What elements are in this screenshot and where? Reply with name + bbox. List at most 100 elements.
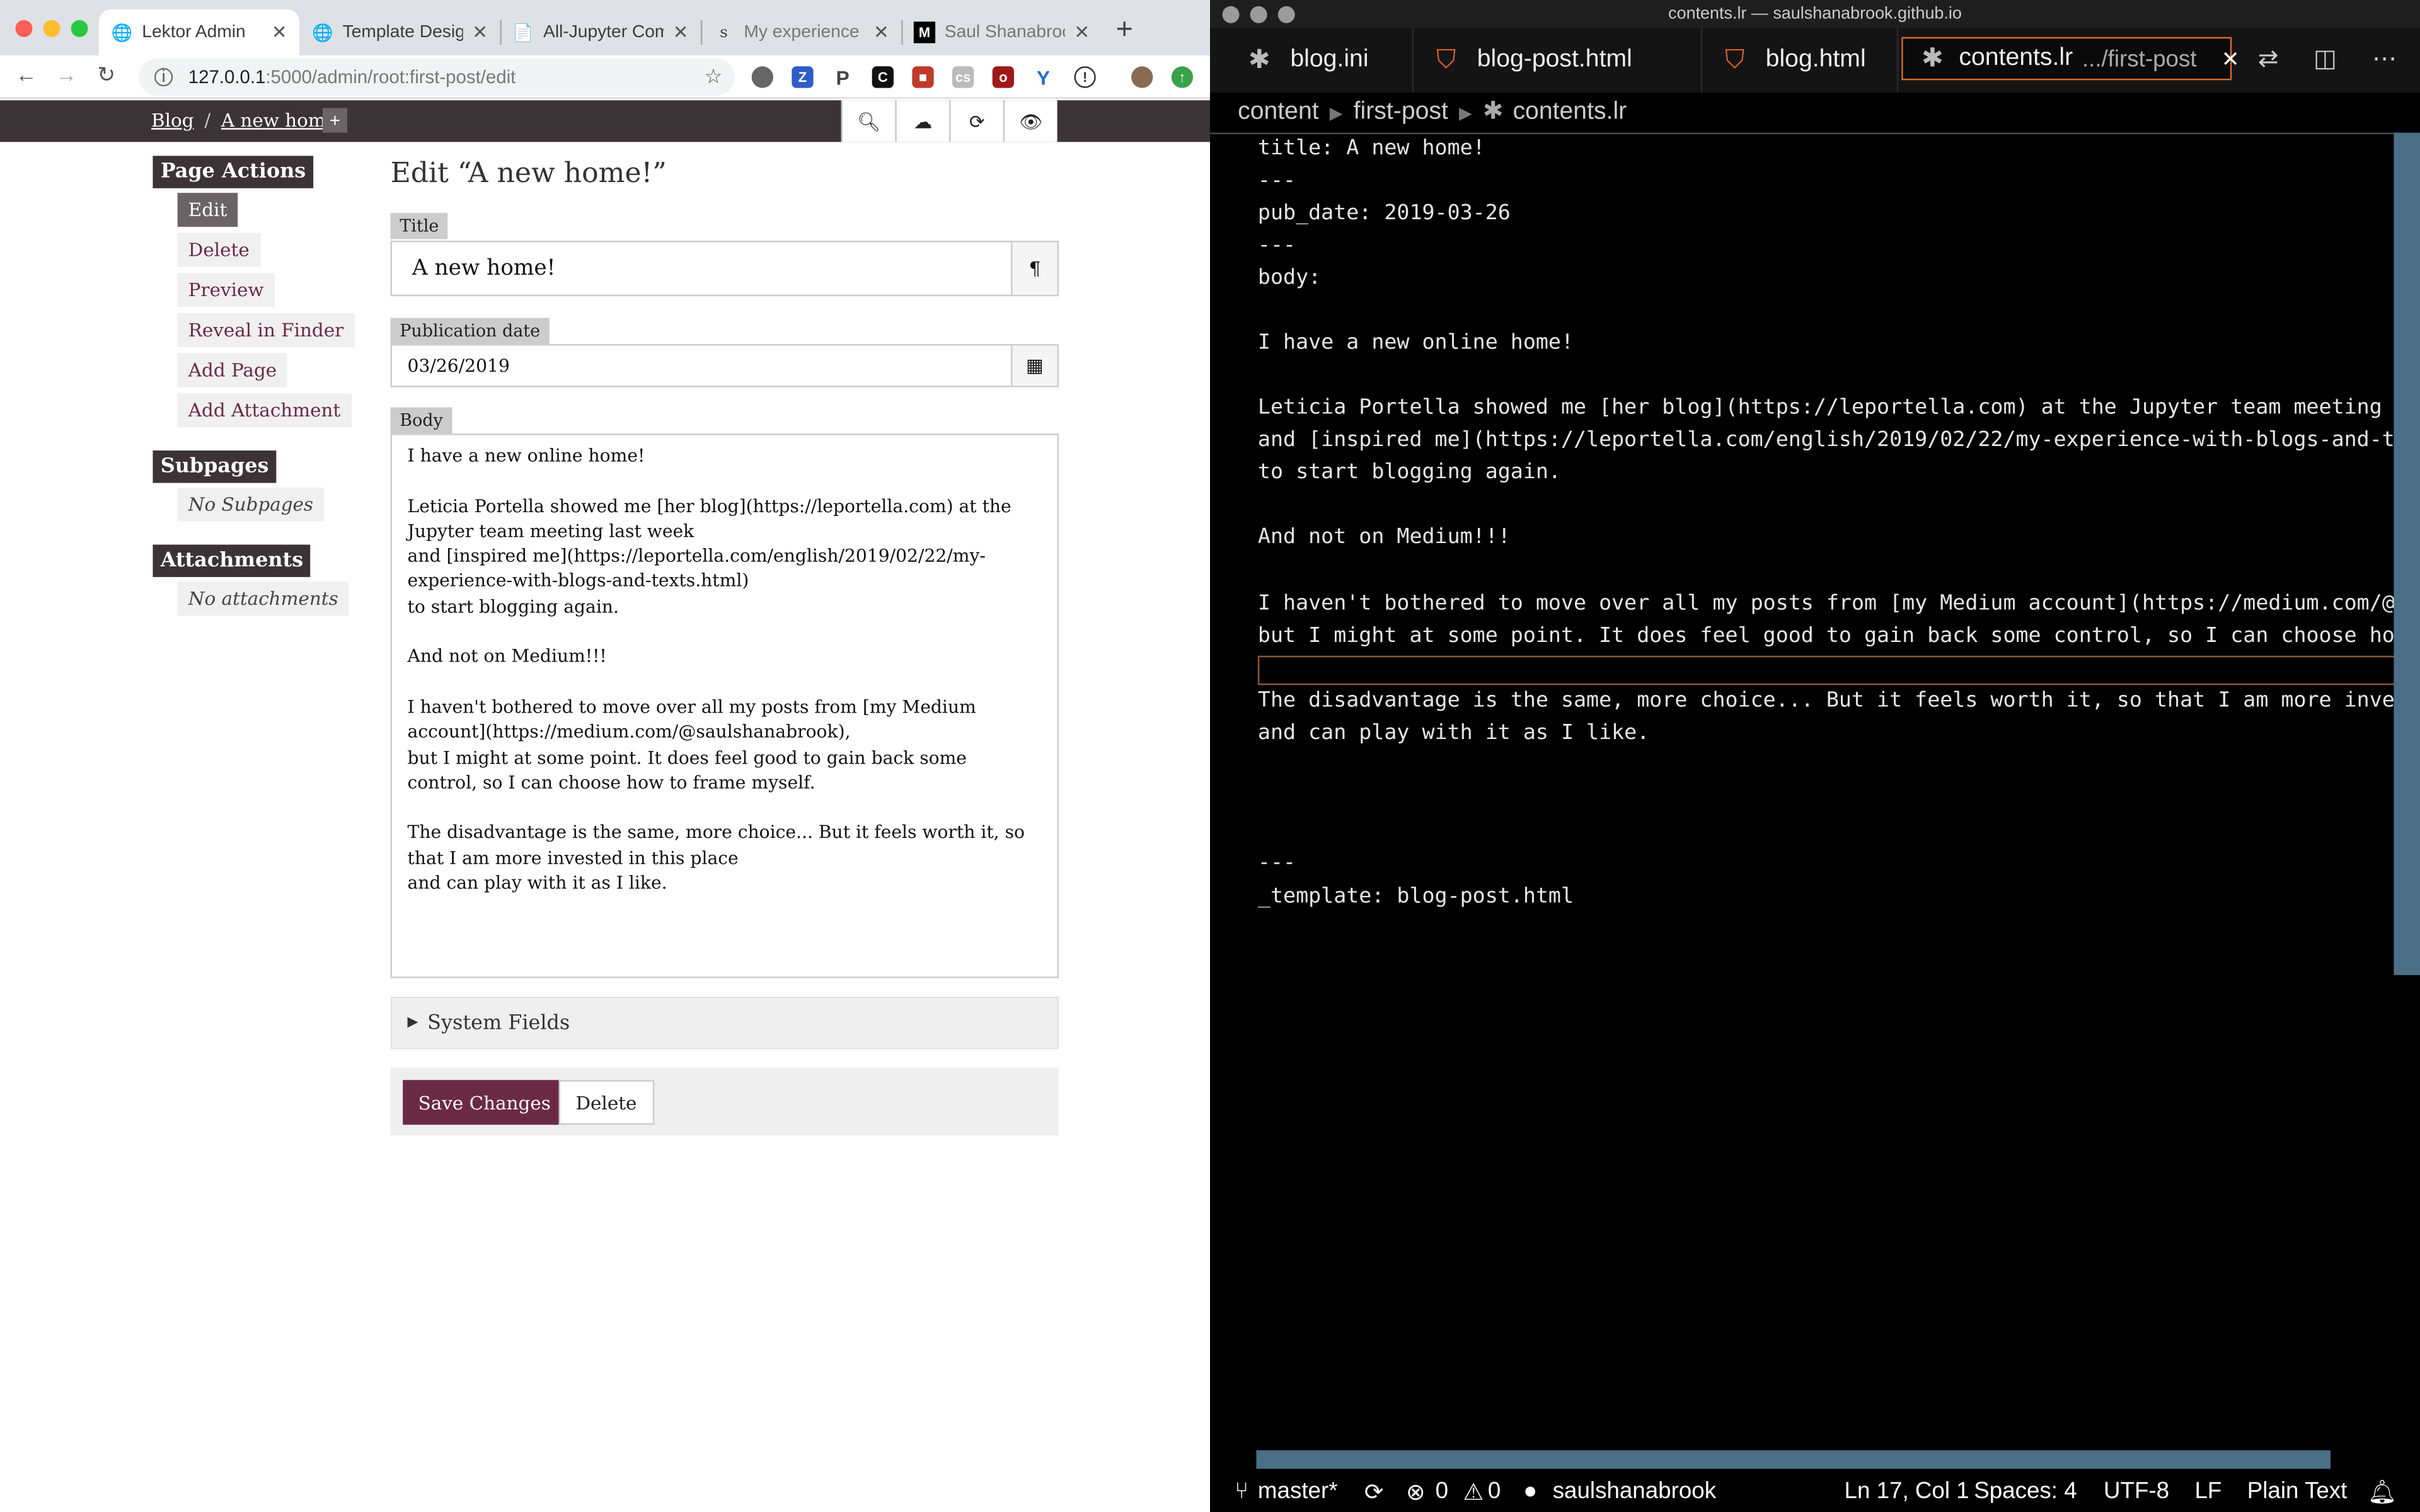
extension-icon[interactable]: ! bbox=[1074, 66, 1096, 88]
extension-icon[interactable]: ■ bbox=[912, 66, 934, 88]
extension-icon[interactable]: C bbox=[872, 66, 894, 88]
close-window-button[interactable] bbox=[1222, 6, 1240, 23]
tab-contents-lr[interactable]: ✱ contents.lr .../first-post ✕ bbox=[1901, 37, 2239, 81]
zoom-window-button[interactable] bbox=[1277, 6, 1295, 23]
reload-icon[interactable]: ↻ bbox=[97, 62, 115, 88]
minimize-window-button[interactable] bbox=[43, 20, 60, 37]
zotero-extension-icon[interactable]: Z bbox=[792, 66, 814, 88]
publication-date-field[interactable]: 03/26/2019 ▦ bbox=[390, 344, 1059, 387]
refresh-icon[interactable]: ⟳ bbox=[949, 100, 1003, 142]
preview-action[interactable]: Preview bbox=[177, 273, 275, 307]
code-line: And not on Medium!!! bbox=[1257, 524, 1511, 549]
asterisk-icon: ✱ bbox=[1482, 98, 1504, 125]
extension-icon[interactable] bbox=[751, 66, 773, 88]
body-textarea[interactable]: I have a new online home! Leticia Portel… bbox=[390, 433, 1059, 978]
close-window-button[interactable] bbox=[15, 20, 33, 37]
error-icon: ⊗ bbox=[1406, 1479, 1426, 1506]
delete-action[interactable]: Delete bbox=[177, 232, 260, 267]
code-line: and can play with it as I like. bbox=[1257, 720, 1650, 745]
close-tab-icon[interactable]: ✕ bbox=[873, 21, 889, 43]
title-field[interactable]: A new home! ¶ bbox=[390, 241, 1059, 297]
subpages-heading: Subpages bbox=[153, 450, 277, 483]
browser-tab-template-design[interactable]: 🌐 Template Design ✕ bbox=[299, 9, 500, 55]
delete-button[interactable]: Delete bbox=[558, 1080, 654, 1125]
page-actions-heading: Page Actions bbox=[153, 156, 314, 188]
breadcrumb-root-link[interactable]: Blog bbox=[151, 110, 194, 131]
browser-tab-saul-shanabrook[interactable]: M Saul Shanabrook ✕ bbox=[901, 9, 1102, 55]
calendar-icon[interactable]: ▦ bbox=[1011, 345, 1057, 386]
update-icon[interactable]: ↑ bbox=[1171, 66, 1194, 88]
bookmark-star-icon[interactable]: ☆ bbox=[705, 65, 723, 89]
extension-icon[interactable]: Y bbox=[1032, 66, 1054, 89]
breadcrumb-content[interactable]: content bbox=[1238, 99, 1319, 125]
new-tab-button[interactable]: + bbox=[1116, 14, 1133, 48]
close-tab-icon[interactable]: ✕ bbox=[2221, 45, 2240, 72]
s-icon: s bbox=[720, 23, 728, 41]
publish-cloud-icon[interactable]: ☁ bbox=[895, 100, 950, 142]
github-account[interactable]: saulshanabrook bbox=[1553, 1478, 1716, 1504]
code-editor[interactable]: title: A new home! --- pub_date: 2019-03… bbox=[1258, 133, 2400, 1450]
url-host: 127.0.0.1 bbox=[188, 66, 266, 88]
doc-icon: 📄 bbox=[512, 23, 534, 43]
save-changes-button[interactable]: Save Changes bbox=[403, 1080, 567, 1125]
forward-icon[interactable]: → bbox=[55, 62, 77, 86]
body-text: I have a new online home! Leticia Portel… bbox=[407, 444, 1025, 894]
end-of-line[interactable]: LF bbox=[2194, 1478, 2221, 1504]
tab-blog-ini[interactable]: ✱ blog.ini bbox=[1228, 28, 1414, 93]
browser-tab-lektor-admin[interactable]: 🌐 Lektor Admin ✕ bbox=[98, 9, 300, 56]
medium-icon: M bbox=[913, 21, 936, 43]
preview-eye-icon[interactable]: 👁︎ bbox=[1003, 100, 1057, 142]
git-branch-icon: ⑂ bbox=[1235, 1478, 1249, 1504]
browser-tab-my-experience[interactable]: s My experience w ✕ bbox=[701, 9, 901, 55]
system-fields-toggle[interactable]: ▶ System Fields bbox=[390, 997, 1059, 1050]
file-encoding[interactable]: UTF-8 bbox=[2104, 1478, 2169, 1504]
editor-tabs: ✱ blog.ini ⛉ blog-post.html ⛉ blog.html … bbox=[1210, 28, 2420, 93]
sync-icon[interactable]: ⟳ bbox=[1364, 1478, 1384, 1506]
add-attachment-action[interactable]: Add Attachment bbox=[177, 393, 352, 428]
globe-icon: 🌐 bbox=[312, 23, 333, 43]
git-branch-status[interactable]: master* bbox=[1258, 1478, 1338, 1504]
add-page-action[interactable]: Add Page bbox=[177, 353, 288, 387]
asterisk-icon: ✱ bbox=[1248, 45, 1270, 74]
tab-label: contents.lr bbox=[1959, 45, 2073, 71]
edit-action[interactable]: Edit bbox=[177, 193, 238, 227]
split-editor-icon[interactable]: ◫ bbox=[2313, 43, 2337, 74]
ublock-extension-icon[interactable]: o bbox=[992, 66, 1014, 88]
error-count[interactable]: 0 bbox=[1436, 1478, 1448, 1504]
minimize-window-button[interactable] bbox=[1250, 6, 1267, 23]
browser-tab-all-jupyter[interactable]: 📄 All-Jupyter Com ✕ bbox=[500, 9, 700, 55]
breadcrumb-file[interactable]: contents.lr bbox=[1512, 99, 1627, 125]
window-controls bbox=[15, 20, 88, 37]
tab-blog-post-html[interactable]: ⛉ blog-post.html bbox=[1415, 28, 1703, 93]
profile-avatar[interactable] bbox=[1131, 66, 1153, 88]
back-icon[interactable]: ← bbox=[15, 62, 37, 86]
info-icon[interactable]: i bbox=[154, 67, 173, 87]
breadcrumb-first-post[interactable]: first-post bbox=[1354, 99, 1448, 125]
warning-count[interactable]: 0 bbox=[1488, 1478, 1501, 1504]
more-actions-icon[interactable]: ⋯ bbox=[2372, 43, 2397, 74]
zoom-window-button[interactable] bbox=[71, 20, 88, 37]
source-control-compare-icon[interactable]: ⇄ bbox=[2258, 43, 2279, 74]
search-icon[interactable]: 🔍︎ bbox=[841, 100, 896, 142]
vertical-scrollbar[interactable] bbox=[2394, 132, 2420, 975]
language-mode[interactable]: Plain Text bbox=[2247, 1478, 2348, 1504]
close-tab-icon[interactable]: ✕ bbox=[272, 21, 287, 43]
tab-blog-html[interactable]: ⛉ blog.html bbox=[1704, 28, 1899, 93]
tab-label: blog.ini bbox=[1290, 46, 1369, 73]
pilcrow-icon[interactable]: ¶ bbox=[1011, 242, 1057, 295]
add-page-button[interactable]: + bbox=[322, 108, 348, 133]
close-tab-icon[interactable]: ✕ bbox=[1074, 21, 1090, 43]
extension-icon[interactable]: cs bbox=[952, 66, 974, 88]
notifications-bell-icon[interactable]: 🔔︎ bbox=[2368, 1478, 2397, 1506]
pocket-extension-icon[interactable]: P bbox=[832, 66, 853, 89]
close-tab-icon[interactable]: ✕ bbox=[673, 21, 689, 43]
address-bar[interactable]: i 127.0.0.1:5000/admin/root:first-post/e… bbox=[139, 59, 735, 96]
close-tab-icon[interactable]: ✕ bbox=[472, 21, 488, 43]
cursor-position[interactable]: Ln 17, Col 1 bbox=[1845, 1478, 1969, 1504]
body-field-label: Body bbox=[390, 407, 452, 434]
indentation-setting[interactable]: Spaces: 4 bbox=[1974, 1478, 2077, 1504]
breadcrumb-separator: / bbox=[204, 109, 211, 132]
reveal-in-finder-action[interactable]: Reveal in Finder bbox=[177, 313, 355, 348]
tab-label: My experience w bbox=[744, 23, 865, 42]
horizontal-scrollbar[interactable] bbox=[1256, 1450, 2331, 1469]
